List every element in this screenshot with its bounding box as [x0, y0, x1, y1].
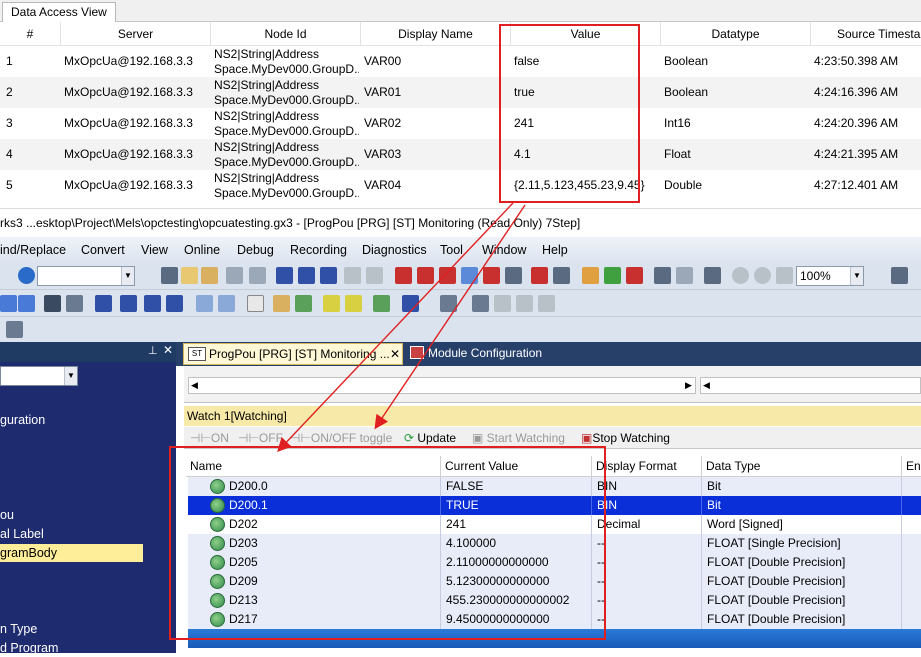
- annotation-arrows: [277, 202, 526, 453]
- annotation-arrow: [277, 202, 514, 453]
- annotation-arrow: [374, 204, 526, 430]
